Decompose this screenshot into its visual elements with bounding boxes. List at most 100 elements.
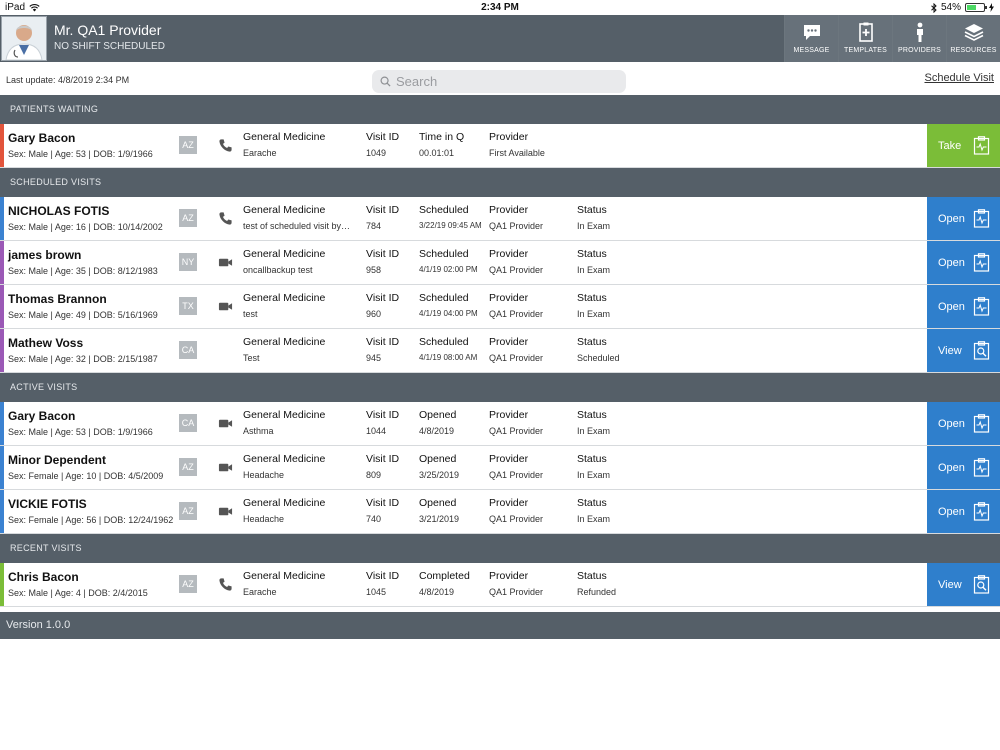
action-label: View: [938, 344, 962, 357]
clipboard-plus-icon: [858, 22, 873, 42]
row-color-bar: [0, 285, 4, 328]
specialty-column: General Medicine test: [243, 292, 325, 319]
visit-reason: Earache: [243, 587, 277, 597]
video-icon: [218, 507, 233, 516]
visit-id: 945: [366, 353, 382, 363]
visit-reason: Headache: [243, 514, 285, 524]
search-icon: [380, 76, 391, 87]
search-input[interactable]: [396, 74, 616, 89]
time-value: 4/8/2019: [419, 426, 455, 436]
state-badge: AZ: [179, 458, 197, 476]
scheduled-visit-row[interactable]: james brown Sex: Male | Age: 35 | DOB: 8…: [0, 241, 1000, 285]
row-color-bar: [0, 241, 4, 284]
state-badge: AZ: [179, 136, 197, 154]
state-badge: CA: [179, 341, 197, 359]
provider-label: Provider: [489, 131, 529, 143]
phone-icon: [219, 578, 232, 591]
provider-column: Provider QA1 Provider: [489, 497, 543, 524]
clipboard-pulse-icon: [973, 209, 990, 228]
take-button[interactable]: Take: [927, 124, 1000, 167]
open-button[interactable]: Open: [927, 197, 1000, 240]
time-value: 00.01:01: [419, 148, 455, 158]
waiting-visit-row[interactable]: Gary Bacon Sex: Male | Age: 53 | DOB: 1/…: [0, 124, 1000, 168]
view-button[interactable]: View: [927, 563, 1000, 606]
patient-info: Sex: Male | Age: 16 | DOB: 10/14/2002: [8, 222, 163, 232]
nav-resources-label: RESOURCES: [950, 47, 997, 54]
section-header-scheduled: SCHEDULED VISITS: [0, 168, 1000, 197]
time-value: 4/1/19 02:00 PM: [419, 265, 478, 274]
scheduled-visit-row[interactable]: Thomas Brannon Sex: Male | Age: 49 | DOB…: [0, 285, 1000, 329]
status-value: In Exam: [577, 426, 611, 436]
time-label: Opened: [419, 453, 457, 465]
status-label: Status: [577, 248, 607, 260]
visit-id-column: Visit ID 960: [366, 292, 399, 319]
open-button[interactable]: Open: [927, 446, 1000, 489]
visit-id: 784: [366, 221, 382, 231]
visit-id: 1049: [366, 148, 387, 158]
patient-info: Sex: Female | Age: 56 | DOB: 12/24/1962: [8, 515, 174, 525]
specialty: General Medicine: [243, 204, 326, 216]
action-label: Take: [938, 139, 962, 152]
active-visit-row[interactable]: Gary Bacon Sex: Male | Age: 53 | DOB: 1/…: [0, 402, 1000, 446]
state-badge: NY: [179, 253, 197, 271]
time-value: 3/22/19 09:45 AM: [419, 221, 482, 230]
clipboard-search-icon: [973, 341, 990, 360]
provider-column: Provider QA1 Provider: [489, 248, 543, 275]
patient-name: NICHOLAS FOTIS: [8, 204, 110, 218]
time-value: 3/21/2019: [419, 514, 460, 524]
open-button[interactable]: Open: [927, 402, 1000, 445]
recent-visit-row[interactable]: Chris Bacon Sex: Male | Age: 4 | DOB: 2/…: [0, 563, 1000, 607]
nav-providers-button[interactable]: PROVIDERS: [892, 15, 946, 62]
time-label: Scheduled: [419, 204, 469, 216]
open-button[interactable]: Open: [927, 490, 1000, 533]
specialty: General Medicine: [243, 131, 326, 143]
specialty-column: General Medicine test of scheduled visit…: [243, 204, 350, 231]
clipboard-search-icon: [973, 575, 990, 594]
app-header: Mr. QA1 Provider NO SHIFT SCHEDULED MESS…: [0, 15, 1000, 62]
specialty-column: General Medicine Asthma: [243, 409, 325, 436]
provider-column: Provider QA1 Provider: [489, 336, 543, 363]
nav-resources-button[interactable]: RESOURCES: [946, 15, 1000, 62]
specialty: General Medicine: [243, 570, 326, 582]
status-value: In Exam: [577, 309, 611, 319]
status-label: Status: [577, 336, 607, 348]
open-button[interactable]: Open: [927, 285, 1000, 328]
patient-name: Minor Dependent: [8, 453, 106, 467]
status-label: Status: [577, 497, 607, 509]
video-icon: [218, 419, 233, 428]
scheduled-visit-row[interactable]: NICHOLAS FOTIS Sex: Male | Age: 16 | DOB…: [0, 197, 1000, 241]
active-visit-row[interactable]: Minor Dependent Sex: Female | Age: 10 | …: [0, 446, 1000, 490]
visit-id-label: Visit ID: [366, 204, 400, 216]
specialty: General Medicine: [243, 336, 326, 348]
nav-templates-button[interactable]: TEMPLATES: [838, 15, 892, 62]
provider-value: QA1 Provider: [489, 353, 544, 363]
status-column: Status In Exam: [577, 292, 610, 319]
provider-label: Provider: [489, 497, 529, 509]
visit-id-column: Visit ID 1045: [366, 570, 399, 597]
row-color-bar: [0, 124, 4, 167]
open-button[interactable]: Open: [927, 241, 1000, 284]
visit-reason: Asthma: [243, 426, 274, 436]
patient-info: Sex: Male | Age: 53 | DOB: 1/9/1966: [8, 427, 153, 437]
view-button[interactable]: View: [927, 329, 1000, 372]
time-column: Time in Q 00.01:01: [419, 131, 464, 158]
scheduled-visit-row[interactable]: Mathew Voss Sex: Male | Age: 32 | DOB: 2…: [0, 329, 1000, 373]
provider-avatar[interactable]: [1, 16, 47, 61]
provider-column: Provider First Available: [489, 131, 545, 158]
active-visit-row[interactable]: VICKIE FOTIS Sex: Female | Age: 56 | DOB…: [0, 490, 1000, 534]
nav-message-button[interactable]: MESSAGE: [784, 15, 838, 62]
schedule-visit-link[interactable]: Schedule Visit: [924, 72, 994, 84]
status-label: Status: [577, 570, 607, 582]
section-header-active: ACTIVE VISITS: [0, 373, 1000, 402]
status-column: Status In Exam: [577, 204, 610, 231]
action-label: Open: [938, 256, 965, 269]
provider-label: Provider: [489, 409, 529, 421]
battery-icon: [965, 3, 987, 12]
time-label: Time in Q: [419, 131, 465, 143]
phone-icon: [219, 212, 232, 225]
visit-id-label: Visit ID: [366, 131, 400, 143]
time-column: Opened 3/25/2019: [419, 453, 459, 480]
visit-id-column: Visit ID 809: [366, 453, 399, 480]
search-box[interactable]: [372, 70, 626, 93]
patient-name: VICKIE FOTIS: [8, 497, 87, 511]
